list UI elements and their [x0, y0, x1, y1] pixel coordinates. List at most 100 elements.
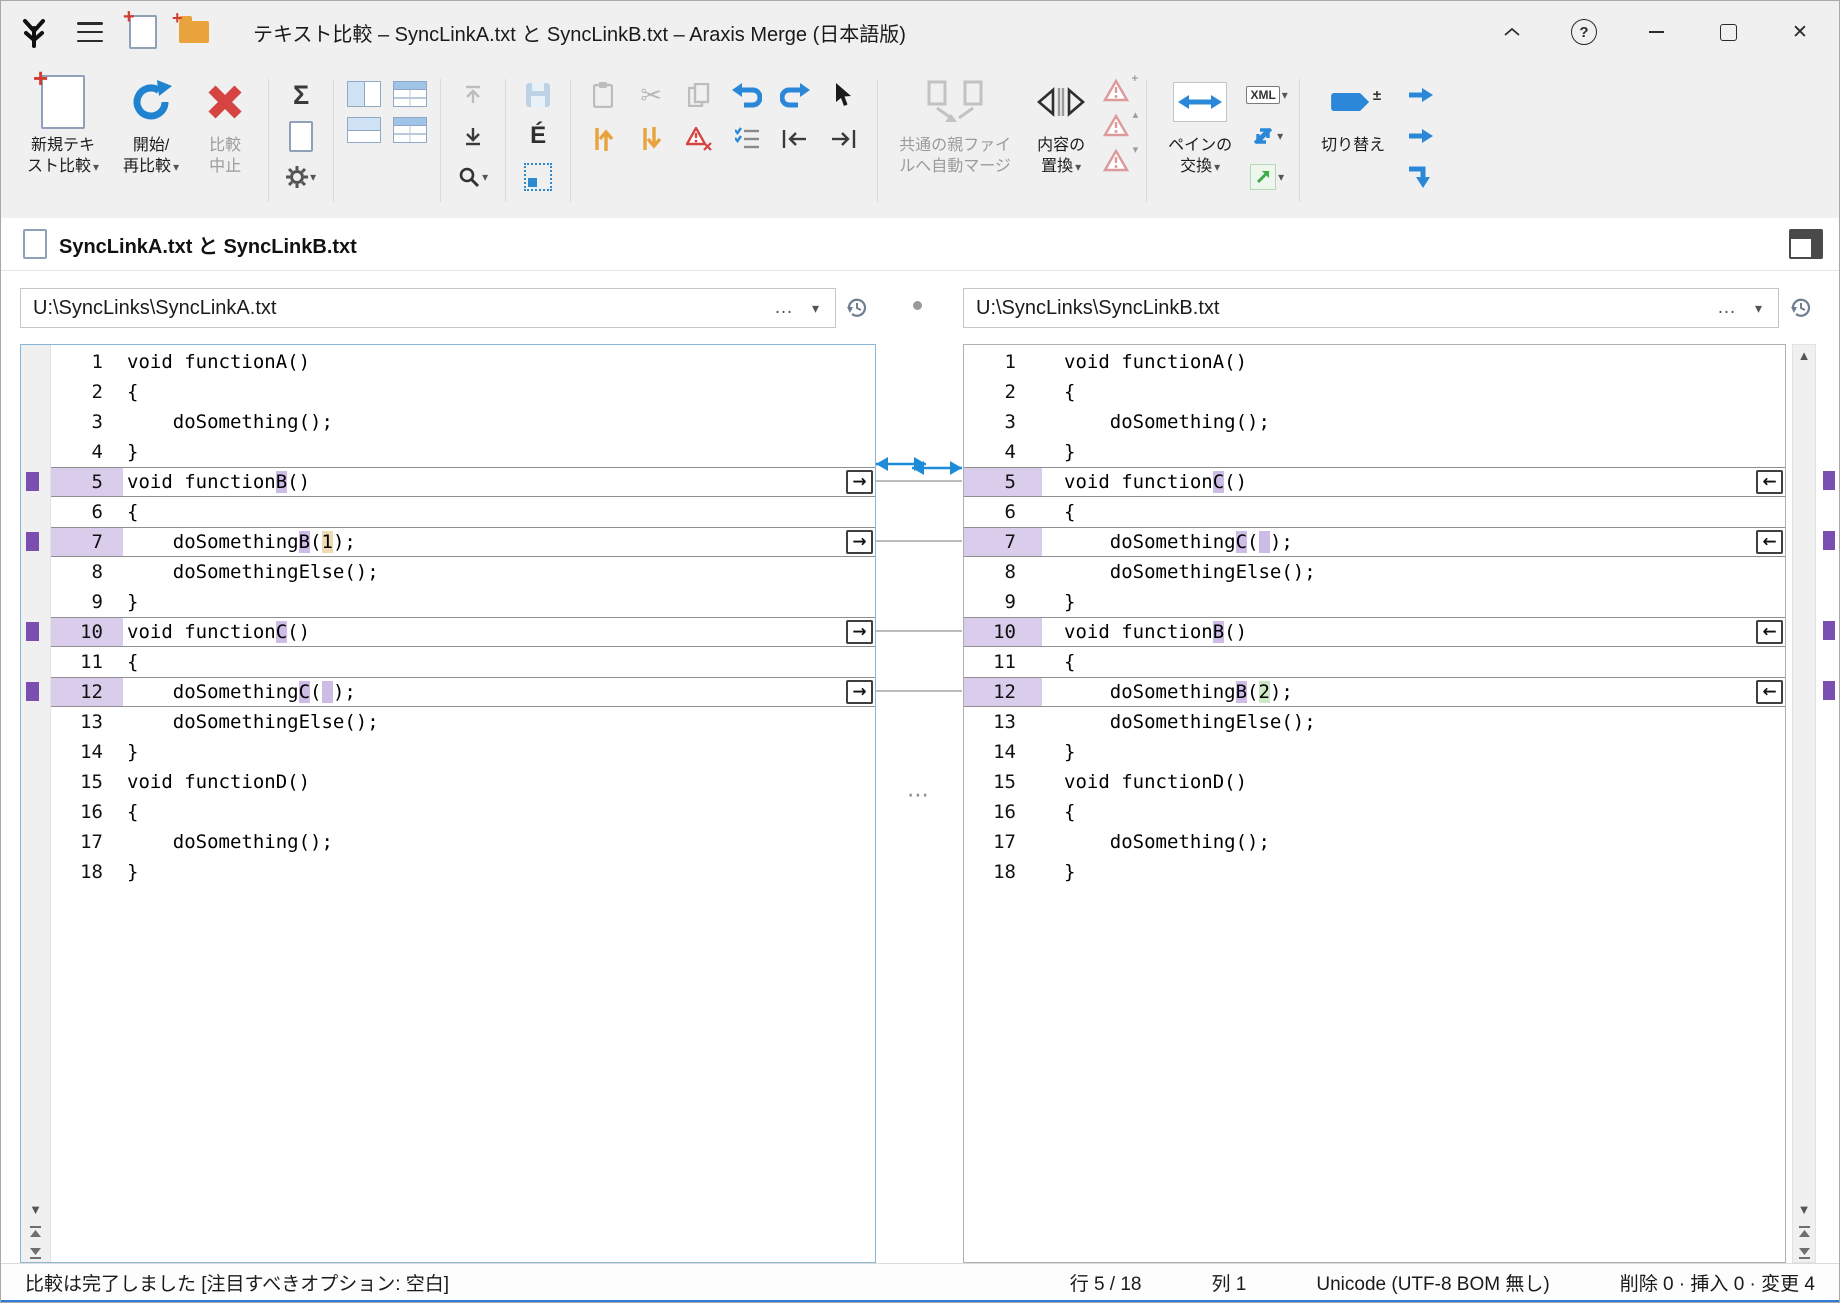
automerge-button[interactable]: 共通の親ファイ ルへ自動マージ: [891, 71, 1019, 210]
close-button[interactable]: ✕: [1785, 17, 1815, 47]
select-pointer-button[interactable]: [824, 79, 862, 111]
left-code-pane[interactable]: ▼ 1 void functionA() 2{3 doSomething(); 4} 5…: [20, 344, 876, 1263]
path-dropdown-button[interactable]: ▾: [804, 300, 827, 317]
next-change-button[interactable]: [632, 123, 670, 155]
add-conflict-marker-button[interactable]: +: [1103, 73, 1138, 105]
code-line[interactable]: 5 void functionC() ←: [964, 467, 1785, 497]
right-file-path-input[interactable]: U:\SyncLinks\SyncLinkB.txt … ▾: [963, 288, 1779, 328]
change-mark[interactable]: [26, 622, 39, 641]
code-line[interactable]: 18}: [51, 857, 875, 887]
code-line[interactable]: 5 void functionB() →: [51, 467, 875, 497]
code-line[interactable]: 13 doSomethingElse();: [51, 707, 875, 737]
scroll-up-button[interactable]: ▲: [1798, 349, 1811, 362]
change-mark[interactable]: [26, 682, 39, 701]
code-line[interactable]: 12 doSomethingB(2); ←: [964, 677, 1785, 707]
code-line[interactable]: 9}: [964, 587, 1785, 617]
code-line[interactable]: 18}: [964, 857, 1785, 887]
xml-mode-button[interactable]: XML ▾: [1246, 79, 1288, 111]
change-mark[interactable]: [1823, 531, 1835, 550]
code-line[interactable]: 12 doSomethingC( ); →: [51, 677, 875, 707]
left-history-button[interactable]: [843, 294, 871, 322]
code-line[interactable]: 11 {: [964, 647, 1785, 677]
align-top-button[interactable]: [29, 1224, 43, 1238]
code-line[interactable]: 13 doSomethingElse();: [964, 707, 1785, 737]
changed-lines-list-button[interactable]: [728, 123, 766, 155]
align-bottom-button[interactable]: [1797, 1246, 1811, 1260]
code-line[interactable]: 14}: [964, 737, 1785, 767]
code-line[interactable]: 7 doSomethingC( ); ←: [964, 527, 1785, 557]
horizontal-layout-button[interactable]: [347, 117, 382, 143]
code-line[interactable]: 4}: [964, 437, 1785, 467]
next-conflict-button[interactable]: [680, 123, 718, 155]
code-line[interactable]: 16 {: [964, 797, 1785, 827]
paste-button[interactable]: [584, 79, 622, 111]
right-change-strip[interactable]: [1822, 344, 1836, 1263]
previous-conflict-button[interactable]: ▴: [1103, 109, 1138, 140]
launch-external-button[interactable]: ▾: [1248, 161, 1286, 193]
swap-panes-button[interactable]: ペインの 交換 ▾: [1160, 71, 1240, 210]
right-history-button[interactable]: [1787, 294, 1815, 322]
right-code-pane[interactable]: 1 void functionA() 2{3 doSomething(); 4} 5 vo…: [963, 344, 1786, 1263]
code-line[interactable]: 11 {: [51, 647, 875, 677]
browse-more-button[interactable]: …: [764, 297, 804, 319]
code-line[interactable]: 2{: [51, 377, 875, 407]
code-line[interactable]: 10 void functionB() ←: [964, 617, 1785, 647]
code-line[interactable]: 7 doSomethingB(1); →: [51, 527, 875, 557]
save-button[interactable]: [519, 79, 557, 111]
tab-title[interactable]: SyncLinkA.txt と SyncLinkB.txt: [59, 230, 357, 259]
copy-to-left-button[interactable]: ←: [1756, 530, 1783, 554]
copy-to-left-button[interactable]: ←: [1756, 620, 1783, 644]
whitespace-button[interactable]: [519, 161, 557, 193]
menu-icon[interactable]: [77, 22, 103, 42]
change-mark[interactable]: [26, 532, 39, 551]
sync-scroll-button[interactable]: ▾: [1248, 120, 1286, 152]
code-line[interactable]: 8 doSomethingElse();: [964, 557, 1785, 587]
code-line[interactable]: 10 void functionC() →: [51, 617, 875, 647]
previous-change-button[interactable]: [584, 123, 622, 155]
code-line[interactable]: 15 void functionD(): [51, 767, 875, 797]
code-line[interactable]: 9}: [51, 587, 875, 617]
new-folder-icon[interactable]: +: [172, 8, 209, 43]
toggle-sync-link-button[interactable]: ± 切り替え: [1313, 71, 1393, 210]
code-line[interactable]: 6{: [964, 497, 1785, 527]
change-mark[interactable]: [1823, 471, 1835, 490]
copy-to-right-button[interactable]: →: [846, 620, 873, 644]
minimize-button[interactable]: [1641, 17, 1671, 47]
sync-link-item-1-button[interactable]: [1401, 79, 1439, 111]
replace-content-button[interactable]: 内容の 置換 ▾: [1027, 71, 1095, 210]
right-scrollbar[interactable]: ▲ ▼: [1792, 344, 1816, 1263]
indent-button[interactable]: [824, 123, 862, 155]
align-bottom-button[interactable]: [29, 1246, 43, 1260]
code-line[interactable]: 8 doSomethingElse();: [51, 557, 875, 587]
code-line[interactable]: 17 doSomething();: [964, 827, 1785, 857]
next-conflict-nav-button[interactable]: ▾: [1103, 144, 1138, 175]
scroll-down-button[interactable]: ▼: [29, 1203, 42, 1216]
encoding-indicator[interactable]: Unicode (UTF-8 BOM 無し): [1316, 1269, 1549, 1296]
go-last-change-button[interactable]: [454, 120, 492, 152]
undo-button[interactable]: [728, 79, 766, 111]
code-line[interactable]: 1 void functionA(): [51, 347, 875, 377]
copy-to-right-button[interactable]: →: [846, 680, 873, 704]
code-line[interactable]: 16 {: [51, 797, 875, 827]
pane-layout-corner-button[interactable]: [1789, 229, 1823, 259]
scroll-down-button[interactable]: ▼: [1798, 1203, 1811, 1216]
copy-to-right-button[interactable]: →: [846, 530, 873, 554]
table-view-alt-button[interactable]: [393, 117, 428, 143]
find-button[interactable]: ▾: [454, 161, 492, 193]
copy-to-left-button[interactable]: ←: [1756, 680, 1783, 704]
summary-button[interactable]: Σ: [282, 79, 320, 111]
copy-button[interactable]: [680, 79, 718, 111]
abort-compare-button[interactable]: 比較 中止: [195, 71, 255, 210]
path-dropdown-button[interactable]: ▾: [1747, 300, 1770, 317]
code-line[interactable]: 2{: [964, 377, 1785, 407]
copy-to-left-button[interactable]: ←: [1756, 470, 1783, 494]
left-file-path-input[interactable]: U:\SyncLinks\SyncLinkA.txt … ▾: [20, 288, 836, 328]
help-button[interactable]: ?: [1569, 17, 1599, 47]
code-line[interactable]: 17 doSomething();: [51, 827, 875, 857]
table-view-button[interactable]: [393, 81, 428, 107]
code-line[interactable]: 1 void functionA(): [964, 347, 1785, 377]
copy-to-right-button[interactable]: →: [846, 470, 873, 494]
araxis-logo-icon[interactable]: [17, 15, 51, 49]
special-characters-button[interactable]: É: [519, 120, 557, 152]
code-line[interactable]: 3 doSomething();: [964, 407, 1785, 437]
